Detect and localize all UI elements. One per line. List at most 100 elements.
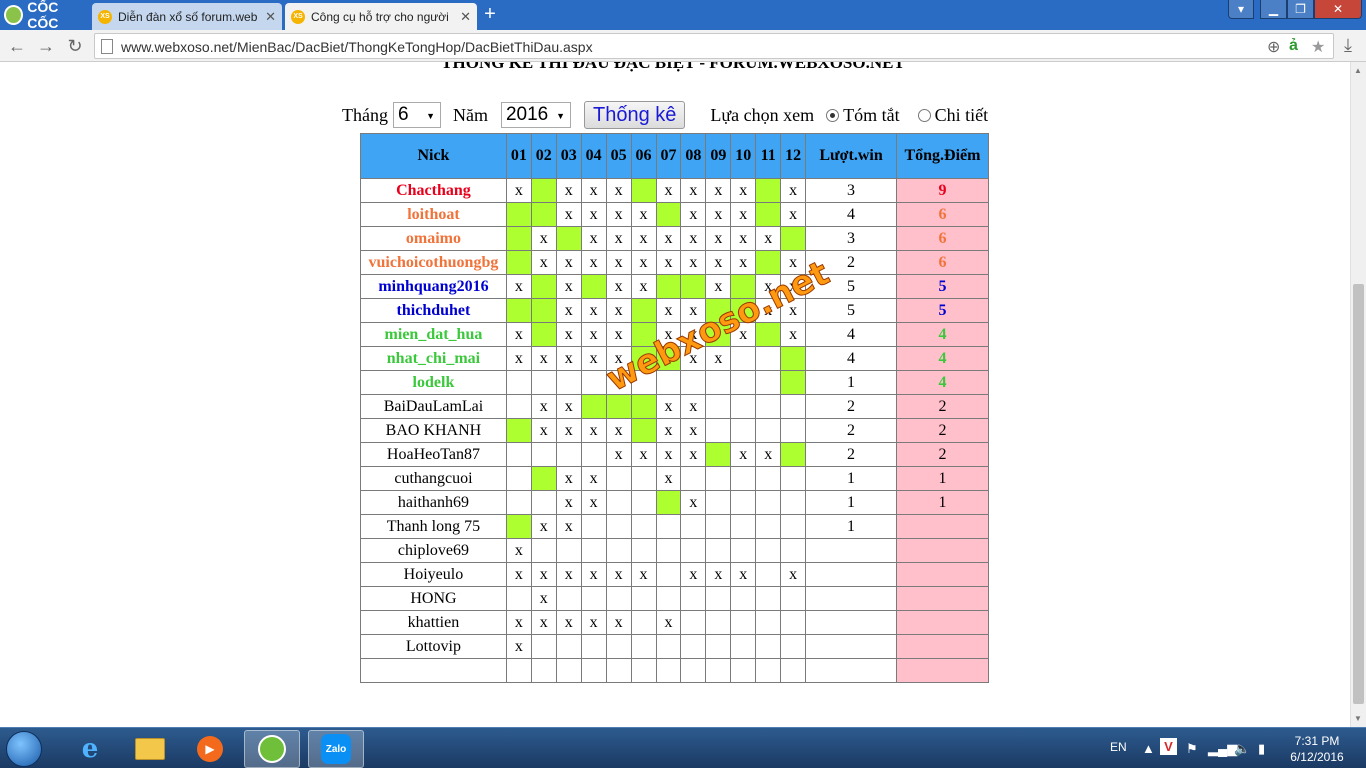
close-icon[interactable]: ✕ bbox=[460, 9, 471, 25]
coccoc-taskbar-button[interactable] bbox=[244, 730, 300, 768]
wins-cell: 1 bbox=[805, 370, 897, 395]
nick-cell: mien_dat_hua bbox=[360, 322, 507, 347]
wins-cell: 3 bbox=[805, 226, 897, 251]
points-cell: 6 bbox=[895, 226, 990, 251]
tab-forum[interactable]: XS Diễn đàn xổ số forum.web ✕ bbox=[92, 3, 282, 30]
stats-button[interactable]: Thống kê bbox=[583, 101, 686, 129]
maximize-button[interactable]: ❐ bbox=[1287, 0, 1314, 19]
explorer-taskbar-button[interactable] bbox=[122, 730, 178, 768]
system-clock[interactable]: 7:31 PM 6/12/2016 bbox=[1282, 733, 1352, 765]
column-header: 04 bbox=[580, 133, 607, 179]
month-cell bbox=[755, 610, 782, 635]
points-cell bbox=[895, 586, 990, 611]
month-cell: x bbox=[580, 418, 607, 443]
month-cell: x bbox=[605, 226, 632, 251]
month-cell: x bbox=[580, 250, 607, 275]
close-icon[interactable]: ✕ bbox=[265, 9, 276, 25]
network-signal-icon[interactable]: ▂▄▆ bbox=[1208, 741, 1237, 757]
clock-time: 7:31 PM bbox=[1294, 734, 1340, 748]
vertical-scrollbar[interactable]: ▲ ▼ bbox=[1350, 62, 1366, 727]
tray-expand-icon[interactable]: ▲ bbox=[1142, 741, 1155, 756]
month-cell bbox=[630, 346, 657, 371]
dropdown-arrow-icon: ▼ bbox=[556, 111, 565, 121]
volume-icon[interactable]: 🔈 bbox=[1234, 741, 1250, 757]
month-cell bbox=[655, 346, 682, 371]
month-cell bbox=[505, 202, 532, 227]
month-cell: x bbox=[705, 178, 732, 203]
month-cell bbox=[630, 490, 657, 515]
xs-favicon-icon: XS bbox=[98, 9, 112, 24]
table-body: Chacthang x x x x x x x x x 3 9 loithoat x x x x x x x x 4 6 om… bbox=[360, 178, 990, 683]
wins-cell: 1 bbox=[805, 514, 897, 539]
month-cell bbox=[555, 442, 582, 467]
month-cell bbox=[680, 586, 707, 611]
user-icon[interactable]: ▾ bbox=[1228, 0, 1254, 19]
month-cell bbox=[505, 418, 532, 443]
radio-detail-button[interactable] bbox=[917, 108, 931, 122]
wins-cell: 4 bbox=[805, 346, 897, 371]
vietnamese-input-icon[interactable]: ả bbox=[1289, 37, 1298, 55]
radio-summary-label: Tóm tắt bbox=[843, 104, 900, 125]
nick-cell: Lottovip bbox=[360, 634, 507, 659]
address-bar[interactable]: www.webxoso.net/MienBac/DacBiet/ThongKeT… bbox=[94, 33, 1334, 59]
month-cell: x bbox=[630, 442, 657, 467]
month-cell: x bbox=[530, 346, 557, 371]
antivirus-icon[interactable]: V bbox=[1160, 738, 1177, 755]
month-cell bbox=[780, 610, 807, 635]
star-icon[interactable]: ★ bbox=[1311, 37, 1325, 57]
wins-cell: 2 bbox=[805, 442, 897, 467]
flag-icon[interactable]: ⚑ bbox=[1186, 741, 1198, 757]
media-taskbar-button[interactable]: ▶ bbox=[182, 730, 238, 768]
radio-detail[interactable]: Chi tiết bbox=[917, 105, 988, 126]
month-cell: x bbox=[580, 178, 607, 203]
browser-brand[interactable]: CỐC CỐC bbox=[0, 0, 90, 31]
month-cell: x bbox=[630, 226, 657, 251]
tab-title: Diễn đàn xổ số forum.web bbox=[118, 9, 258, 24]
minimize-button[interactable]: ▁ bbox=[1260, 0, 1287, 19]
start-button[interactable] bbox=[6, 731, 42, 767]
browser-tab-bar: CỐC CỐC XS Diễn đàn xổ số forum.web ✕ XS… bbox=[0, 0, 1366, 31]
tab-tools[interactable]: XS Công cụ hỗ trợ cho người ✕ bbox=[285, 3, 477, 30]
month-cell: x bbox=[680, 226, 707, 251]
points-cell: 2 bbox=[895, 442, 990, 467]
nick-cell: omaimo bbox=[360, 226, 507, 251]
year-select[interactable]: 2016 ▼ bbox=[500, 102, 571, 128]
language-indicator[interactable]: EN bbox=[1110, 740, 1127, 754]
ie-taskbar-button[interactable]: e bbox=[62, 730, 118, 768]
radio-summary-button[interactable] bbox=[826, 108, 840, 122]
month-cell: x bbox=[730, 250, 757, 275]
zalo-taskbar-button[interactable]: Zalo bbox=[308, 730, 364, 768]
back-arrow-icon[interactable]: ← bbox=[6, 35, 28, 57]
month-cell bbox=[505, 514, 532, 539]
radio-summary[interactable]: Tóm tắt bbox=[826, 105, 900, 126]
scroll-down-icon[interactable]: ▼ bbox=[1354, 714, 1362, 723]
month-select[interactable]: 6 ▼ bbox=[392, 102, 441, 128]
scroll-up-icon[interactable]: ▲ bbox=[1354, 66, 1362, 75]
month-cell: x bbox=[730, 202, 757, 227]
month-cell bbox=[530, 538, 557, 563]
month-cell bbox=[605, 538, 632, 563]
url-text[interactable]: www.webxoso.net/MienBac/DacBiet/ThongKeT… bbox=[121, 39, 593, 55]
month-cell: x bbox=[680, 394, 707, 419]
table-row: lodelk 1 4 bbox=[360, 370, 990, 395]
month-cell: x bbox=[530, 226, 557, 251]
download-icon[interactable]: ⤓ bbox=[1344, 35, 1352, 56]
month-cell: x bbox=[680, 250, 707, 275]
month-cell: x bbox=[655, 298, 682, 323]
month-cell: x bbox=[530, 418, 557, 443]
month-cell bbox=[505, 226, 532, 251]
nick-cell: HoaHeoTan87 bbox=[360, 442, 507, 467]
reload-icon[interactable]: ↻ bbox=[64, 35, 86, 57]
new-tab-button[interactable]: + bbox=[481, 4, 499, 24]
zoom-icon[interactable]: ⊕ bbox=[1267, 37, 1280, 57]
battery-icon[interactable]: ▮ bbox=[1258, 741, 1265, 757]
forward-arrow-icon[interactable]: → bbox=[35, 35, 57, 57]
nick-cell: vuichoicothuongbg bbox=[360, 250, 507, 275]
points-cell: 5 bbox=[895, 274, 990, 299]
nick-cell: khattien bbox=[360, 610, 507, 635]
scrollbar-thumb[interactable] bbox=[1353, 284, 1364, 704]
points-cell bbox=[895, 658, 990, 683]
close-window-button[interactable]: ✕ bbox=[1314, 0, 1362, 19]
table-row: Chacthang x x x x x x x x x 3 9 bbox=[360, 178, 990, 203]
wins-cell: 4 bbox=[805, 322, 897, 347]
